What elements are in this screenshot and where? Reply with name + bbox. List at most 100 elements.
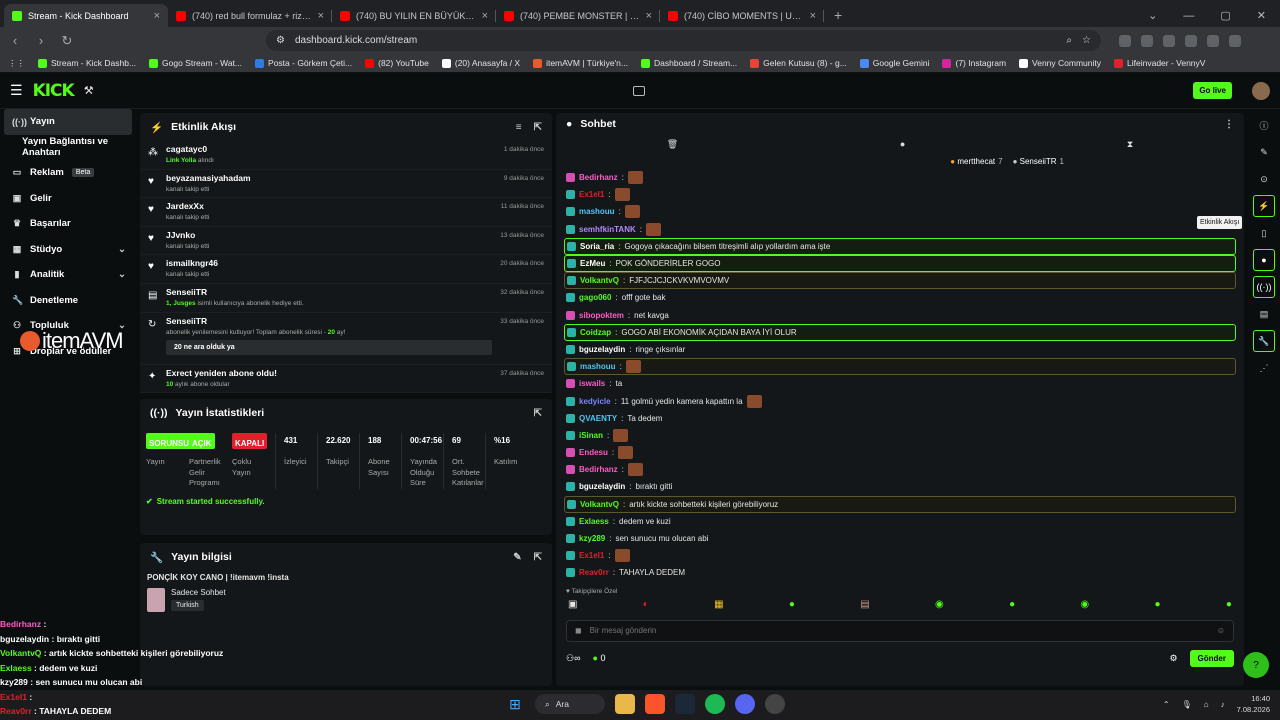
- steam-icon[interactable]: [675, 694, 695, 714]
- extension-icon[interactable]: [1185, 34, 1197, 47]
- chat-message[interactable]: kzy289: sen sunucu mu olucan abi: [564, 530, 1236, 547]
- close-tab-icon[interactable]: ×: [482, 10, 488, 22]
- chat-message[interactable]: Ex1eI1:: [564, 186, 1236, 203]
- target-icon[interactable]: ⊙: [1253, 168, 1275, 190]
- chat-input[interactable]: [589, 626, 1209, 635]
- chat-message[interactable]: EzMeu: POK GÖNDERİRLER GOGO: [564, 254, 1236, 273]
- extension-icon[interactable]: [1119, 34, 1131, 47]
- maximize-icon[interactable]: ▢: [1220, 9, 1230, 22]
- chat-username[interactable]: mashouu: [579, 207, 615, 216]
- more-icon[interactable]: ⋮: [1224, 119, 1234, 130]
- chat-message[interactable]: Reav0rr: TAHAYLA DEDEM: [564, 564, 1236, 581]
- chat-username[interactable]: Bedirhanz: [579, 173, 618, 182]
- reload-icon[interactable]: ↻: [60, 33, 74, 49]
- sidebar-item[interactable]: ▦ Stüdyo ⌄: [4, 237, 132, 263]
- hammer-icon[interactable]: ⚒: [84, 84, 94, 97]
- info-icon[interactable]: ⓘ: [1253, 114, 1275, 136]
- emote[interactable]: ◉: [1080, 599, 1089, 610]
- emote[interactable]: ▣: [568, 599, 577, 610]
- close-icon[interactable]: ✕: [1257, 9, 1266, 22]
- zoom-icon[interactable]: ⌕: [1066, 35, 1072, 46]
- chat-username[interactable]: iswails: [579, 379, 605, 388]
- chat-message[interactable]: Exlaess: dedem ve kuzi: [564, 513, 1236, 530]
- go-live-button[interactable]: Go live: [1193, 82, 1232, 99]
- chat-username[interactable]: Reav0rr: [579, 568, 609, 577]
- viewers-icon[interactable]: ⚇∞: [566, 653, 580, 664]
- browser-tab[interactable]: (740) red bull formulaz + rize vlog - ×: [168, 4, 332, 27]
- chat-message[interactable]: mashouu:: [564, 358, 1236, 376]
- popout-icon[interactable]: ⇱: [534, 552, 542, 563]
- broadcast-toggle-icon[interactable]: ((·)): [1253, 276, 1275, 298]
- chat-mode-icon[interactable]: ●: [900, 139, 905, 150]
- chat-message[interactable]: VolkantvQ: FJFJCJCJCKVKVMVOVMV: [564, 272, 1236, 290]
- chat-username[interactable]: QVAENTY: [579, 414, 617, 423]
- emote[interactable]: ●: [789, 599, 795, 610]
- multistream-icon[interactable]: [633, 85, 646, 96]
- bookmark[interactable]: Lifeinvader - VennyV: [1114, 58, 1205, 68]
- extension-icon[interactable]: [1229, 34, 1241, 47]
- emote[interactable]: ▦: [714, 599, 723, 610]
- chat-username[interactable]: Exlaess: [579, 517, 609, 526]
- chat-message[interactable]: QVAENTY: Ta dedem: [564, 410, 1236, 427]
- volume-icon[interactable]: ♪: [1221, 700, 1225, 709]
- sidebar-item[interactable]: ((·)) Yayın: [4, 109, 132, 135]
- bookmark[interactable]: (7) Instagram: [942, 58, 1006, 68]
- chat-username[interactable]: Endesu: [579, 448, 608, 457]
- trash-icon[interactable]: 🗑: [667, 139, 678, 150]
- url-bar[interactable]: ⚙ dashboard.kick.com/stream ⌕ ☆: [266, 30, 1101, 51]
- chat-username[interactable]: VolkantvQ: [580, 276, 619, 285]
- bookmark[interactable]: (20) Anasayfa / X: [441, 58, 520, 68]
- back-icon[interactable]: ‹: [8, 33, 22, 48]
- filter-icon[interactable]: ≡: [516, 122, 522, 133]
- chat-message[interactable]: Bedirhanz:: [564, 461, 1236, 478]
- chat-username[interactable]: kzy289: [579, 534, 605, 543]
- mic-icon[interactable]: 🎙: [1182, 700, 1192, 709]
- slow-mode-icon[interactable]: ⧗: [1127, 139, 1133, 150]
- sidebar-item[interactable]: ▮ Analitik ⌄: [4, 262, 132, 288]
- chat-message[interactable]: Soria_ria: Gogoya çıkacağını bilsem titre…: [564, 237, 1236, 255]
- bookmark[interactable]: Gelen Kutusu (8) - g...: [750, 58, 847, 68]
- close-tab-icon[interactable]: ×: [154, 10, 160, 22]
- chat-username[interactable]: kedyicle: [579, 397, 611, 406]
- bookmark[interactable]: Venny Community: [1019, 58, 1101, 68]
- sidebar-item[interactable]: ▣ Gelir: [4, 186, 132, 212]
- sidebar-item[interactable]: Yayın Bağlantısı ve Anahtarı: [4, 135, 132, 161]
- printer-icon[interactable]: ▤: [1253, 303, 1275, 325]
- chat-toggle-icon[interactable]: ●: [1253, 249, 1275, 271]
- popout-icon[interactable]: ⇱: [534, 408, 542, 419]
- edit-icon[interactable]: ✎: [1253, 141, 1275, 163]
- settings-icon[interactable]: ⚙: [1169, 653, 1177, 664]
- chat-username[interactable]: Coidzap: [580, 328, 611, 337]
- chat-username[interactable]: EzMeu: [580, 259, 605, 268]
- bookmark[interactable]: (82) YouTube: [365, 58, 429, 68]
- chevron-up-icon[interactable]: ⌃: [1163, 700, 1170, 709]
- bookmark[interactable]: Google Gemini: [859, 58, 929, 68]
- share-icon[interactable]: ⋰: [1253, 357, 1275, 379]
- avatar[interactable]: [1252, 81, 1270, 100]
- emote[interactable]: ◐: [643, 599, 649, 610]
- browser-tab[interactable]: (740) PEMBE MONSTER | Madara Ot ×: [496, 4, 660, 27]
- chat-message[interactable]: iswails: ta: [564, 375, 1236, 392]
- close-tab-icon[interactable]: ×: [810, 10, 816, 22]
- chat-username[interactable]: bguzelaydin: [579, 345, 625, 354]
- chat-username[interactable]: Ex1eI1: [579, 190, 604, 199]
- chat-message[interactable]: bguzelaydin: ringe çıksınlar: [564, 341, 1236, 358]
- file-explorer-icon[interactable]: [615, 694, 635, 714]
- forward-icon[interactable]: ›: [34, 33, 48, 48]
- extension-icon[interactable]: [1163, 34, 1175, 47]
- bookmark[interactable]: Gogo Stream - Wat...: [149, 58, 242, 68]
- chat-message[interactable]: gago060: offf gote bak: [564, 289, 1236, 306]
- emote[interactable]: ●: [1226, 599, 1232, 610]
- emote[interactable]: ◉: [935, 599, 944, 610]
- new-tab-icon[interactable]: +: [824, 4, 852, 27]
- activity-feed-toggle-icon[interactable]: ⚡: [1253, 195, 1275, 217]
- browser-tab[interactable]: (740) CİBO MOMENTS | ULTRA HIZLI ×: [660, 4, 824, 27]
- kick-logo[interactable]: KICK: [33, 81, 75, 101]
- emoji-icon[interactable]: ☺: [1217, 626, 1225, 635]
- emote[interactable]: ▤: [860, 599, 869, 610]
- windows-start-icon[interactable]: ⊞: [505, 694, 525, 714]
- apps-icon[interactable]: ⋮⋮: [8, 58, 25, 69]
- chat-username[interactable]: sibopoktem: [579, 311, 624, 320]
- bookmark-star-icon[interactable]: ☆: [1082, 35, 1091, 46]
- browser-tab[interactable]: Stream - Kick Dashboard ×: [4, 4, 168, 27]
